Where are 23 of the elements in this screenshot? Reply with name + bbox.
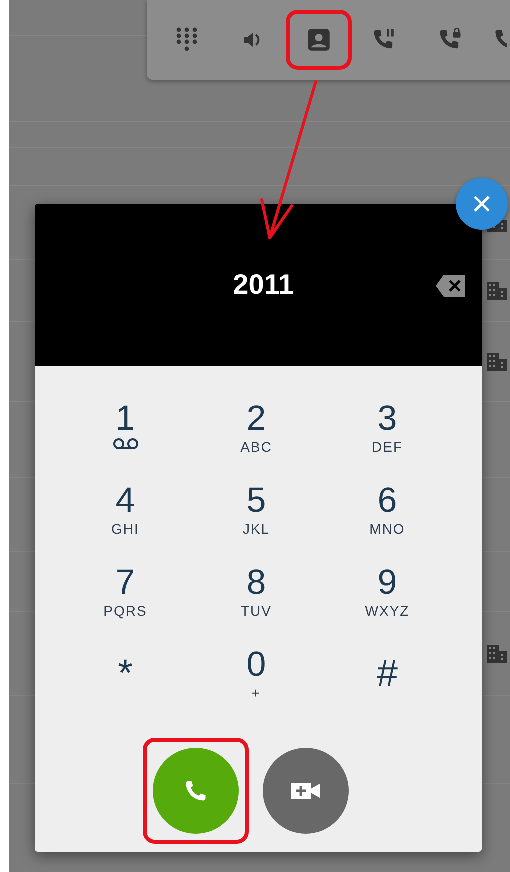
building-icon: [486, 644, 508, 664]
dial-key[interactable]: 0 +: [191, 646, 322, 728]
dial-key[interactable]: *: [60, 646, 191, 728]
dial-key[interactable]: 3 DEF: [322, 400, 453, 482]
video-add-icon: [290, 780, 322, 802]
voicemail-icon: [110, 438, 140, 450]
dial-key[interactable]: 7 PQRS: [60, 564, 191, 646]
close-button[interactable]: [456, 178, 508, 230]
dial-key[interactable]: 6 MNO: [322, 482, 453, 564]
dialed-number: 2011: [233, 269, 294, 301]
dial-key[interactable]: 5 JKL: [191, 482, 322, 564]
dial-key[interactable]: 4 GHI: [60, 482, 191, 564]
dial-key[interactable]: 8 TUV: [191, 564, 322, 646]
contact-icon[interactable]: [306, 27, 332, 53]
close-icon: [472, 194, 492, 214]
building-icon: [486, 352, 508, 372]
backspace-icon[interactable]: [435, 274, 467, 298]
dialpad-icon[interactable]: [175, 26, 199, 54]
dial-key[interactable]: 1: [60, 400, 191, 482]
dial-key[interactable]: #: [322, 646, 453, 728]
dial-key[interactable]: 9 WXYZ: [322, 564, 453, 646]
dial-key[interactable]: 2 ABC: [191, 400, 322, 482]
building-icon: [486, 280, 508, 300]
